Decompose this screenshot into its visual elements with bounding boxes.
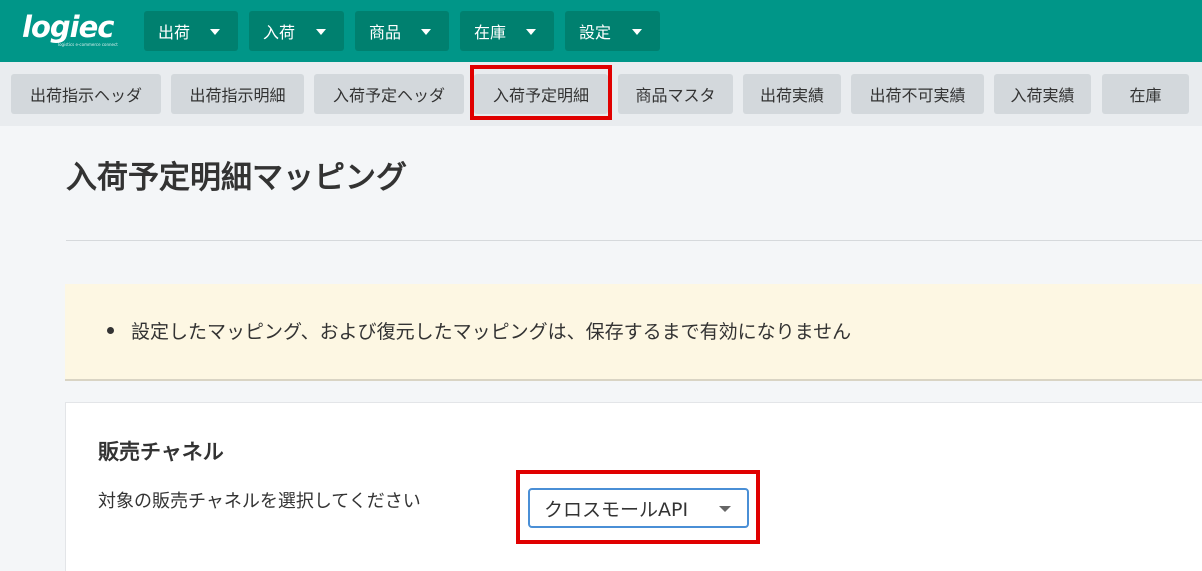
menu-label: 在庫: [474, 23, 507, 42]
tab-shipping-failed-results[interactable]: 出荷不可実績: [851, 74, 984, 114]
divider: [66, 240, 1202, 241]
page-title: 入荷予定明細マッピング: [66, 160, 407, 196]
caret-down-icon: [316, 29, 326, 35]
menu-shipping[interactable]: 出荷: [144, 11, 238, 51]
logo-tagline: logistics e-commerce connect: [58, 42, 118, 47]
notice-text: 設定したマッピング、および復元したマッピングは、保存するまで有効になりません: [131, 321, 852, 343]
tab-shipping-header[interactable]: 出荷指示ヘッダ: [11, 74, 161, 114]
tab-shipping-detail[interactable]: 出荷指示明細: [171, 74, 304, 114]
logo-text: logiec: [22, 10, 114, 44]
caret-down-icon: [526, 29, 536, 35]
highlight-box-select: [516, 470, 760, 544]
caret-down-icon: [421, 29, 431, 35]
menu-label: 入荷: [263, 23, 296, 42]
menu-label: 設定: [579, 23, 612, 42]
menu-settings[interactable]: 設定: [565, 11, 660, 51]
tab-receiving-plan-header[interactable]: 入荷予定ヘッダ: [314, 74, 464, 114]
tab-inventory[interactable]: 在庫: [1102, 74, 1189, 114]
channel-description: 対象の販売チャネルを選択してください: [98, 491, 421, 512]
menu-products[interactable]: 商品: [355, 11, 449, 51]
menu-label: 出荷: [158, 23, 191, 42]
notice-alert: 設定したマッピング、および復元したマッピングは、保存するまで有効になりません: [65, 284, 1202, 381]
channel-heading: 販売チャネル: [98, 440, 224, 464]
menu-label: 商品: [369, 23, 402, 42]
caret-down-icon: [632, 29, 642, 35]
tab-product-master[interactable]: 商品マスタ: [618, 74, 733, 114]
logo[interactable]: logiec logistics e-commerce connect: [22, 12, 124, 52]
highlight-box-tab: [470, 65, 612, 120]
caret-down-icon: [210, 29, 220, 35]
tab-shipping-results[interactable]: 出荷実績: [743, 74, 841, 114]
tab-receiving-results[interactable]: 入荷実績: [994, 74, 1091, 114]
bullet-icon: [107, 327, 114, 334]
menu-inventory[interactable]: 在庫: [460, 11, 554, 51]
menu-receiving[interactable]: 入荷: [249, 11, 344, 51]
